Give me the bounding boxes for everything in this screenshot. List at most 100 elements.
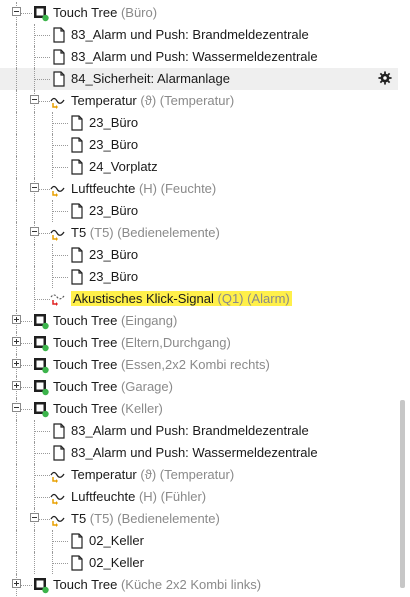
tree-row[interactable]: T5 (T5) (Bedienelemente) <box>0 508 398 530</box>
tree-guide-line <box>16 244 17 266</box>
page-icon <box>68 532 86 550</box>
collapse-icon[interactable] <box>12 403 21 412</box>
label-text: Touch Tree (Garage) <box>53 379 173 394</box>
gear-icon[interactable] <box>378 71 392 85</box>
page-icon <box>50 70 68 88</box>
page-icon <box>68 246 86 264</box>
tree-row[interactable]: Touch Tree (Eingang) <box>0 310 398 332</box>
tree-row[interactable]: Luftfeuchte (H) (Fühler) <box>0 486 398 508</box>
row-suffix: (ϑ) (Temperatur) <box>140 93 235 108</box>
tree-row[interactable]: 23_Büro <box>0 134 398 156</box>
tree-row[interactable]: 23_Büro <box>0 266 398 288</box>
tree-row[interactable]: 83_Alarm und Push: Wassermeldezentrale <box>0 46 398 68</box>
tree-row[interactable]: Touch Tree (Keller) <box>0 398 398 420</box>
tree-guide-line <box>16 90 17 112</box>
collapse-icon[interactable] <box>30 227 39 236</box>
label-text: Luftfeuchte (H) (Fühler) <box>71 489 206 504</box>
label-text: Touch Tree (Keller) <box>53 401 163 416</box>
tree-connector <box>52 255 68 256</box>
tree-row[interactable]: 23_Büro <box>0 200 398 222</box>
row-suffix: (Garage) <box>120 379 173 394</box>
tree-row[interactable]: 83_Alarm und Push: Brandmeldezentrale <box>0 24 398 46</box>
tree-row-label: 83_Alarm und Push: Wassermeldezentrale <box>71 445 318 461</box>
expand-icon[interactable] <box>12 381 21 390</box>
tree-row[interactable]: Akustisches Klick-Signal (Q1) (Alarm) <box>0 288 398 310</box>
function-icon <box>50 92 68 110</box>
tree-row-label: Luftfeuchte (H) (Fühler) <box>71 489 206 505</box>
label-text: 23_Büro <box>89 137 138 152</box>
tree-row-label: 84_Sicherheit: Alarmanlage <box>71 71 230 87</box>
tree-row-label: 23_Büro <box>89 137 138 153</box>
row-name: 83_Alarm und Push: Wassermeldezentrale <box>71 49 318 64</box>
tree-connector <box>52 541 68 542</box>
tree-connector <box>34 497 50 498</box>
tree-guide-line <box>16 112 17 134</box>
tree-connector <box>52 211 68 212</box>
label-text: 84_Sicherheit: Alarmanlage <box>71 71 230 86</box>
row-suffix: (Essen,2x2 Kombi rechts) <box>120 357 270 372</box>
tree-row[interactable]: 24_Vorplatz <box>0 156 398 178</box>
tree-row[interactable]: 84_Sicherheit: Alarmanlage <box>0 68 398 90</box>
label-text: T5 (T5) (Bedienelemente) <box>71 511 220 526</box>
expand-icon[interactable] <box>12 337 21 346</box>
device-online-icon <box>32 4 50 22</box>
tree-row-label: Akustisches Klick-Signal (Q1) (Alarm) <box>71 291 292 307</box>
tree-guide-line <box>16 486 17 508</box>
tree-row[interactable]: 23_Büro <box>0 112 398 134</box>
tree-row[interactable]: Touch Tree (Garage) <box>0 376 398 398</box>
collapse-icon[interactable] <box>30 183 39 192</box>
tree-row-label: Touch Tree (Büro) <box>53 5 157 21</box>
row-suffix: (ϑ) (Temperatur) <box>140 467 235 482</box>
label-text: 83_Alarm und Push: Brandmeldezentrale <box>71 27 309 42</box>
tree-row-label: Luftfeuchte (H) (Feuchte) <box>71 181 216 197</box>
tree-row-label: Temperatur (ϑ) (Temperatur) <box>71 93 234 109</box>
label-text: 23_Büro <box>89 269 138 284</box>
row-suffix: (H) (Feuchte) <box>138 181 217 196</box>
row-suffix: (Keller) <box>120 401 163 416</box>
tree-guide-line <box>34 530 35 552</box>
tree-row[interactable]: Luftfeuchte (H) (Feuchte) <box>0 178 398 200</box>
collapse-icon[interactable] <box>30 95 39 104</box>
tree-connector <box>34 35 50 36</box>
tree-row[interactable]: Touch Tree (Büro) <box>0 2 398 24</box>
tree-row[interactable]: 02_Keller <box>0 552 398 574</box>
tree-row[interactable]: Touch Tree (Eltern,Durchgang) <box>0 332 398 354</box>
tree-row-label: Touch Tree (Eltern,Durchgang) <box>53 335 231 351</box>
tree-connector <box>34 299 50 300</box>
tree-row[interactable]: Touch Tree (Essen,2x2 Kombi rechts) <box>0 354 398 376</box>
row-name: Touch Tree <box>53 5 118 20</box>
row-name: 23_Büro <box>89 115 139 130</box>
tree-row[interactable]: Touch Tree (Küche 2x2 Kombi links) <box>0 574 398 596</box>
row-suffix: (T5) (Bedienelemente) <box>89 225 220 240</box>
tree-row-label: Temperatur (ϑ) (Temperatur) <box>71 467 234 483</box>
tree-row-label: 23_Büro <box>89 115 138 131</box>
tree-row[interactable]: Temperatur (ϑ) (Temperatur) <box>0 464 398 486</box>
tree-connector <box>34 475 50 476</box>
page-icon <box>50 422 68 440</box>
label-text: Luftfeuchte (H) (Feuchte) <box>71 181 216 196</box>
row-suffix: (Eltern,Durchgang) <box>120 335 231 350</box>
tree-row-label: 23_Büro <box>89 247 138 263</box>
row-name: 23_Büro <box>89 203 139 218</box>
tree-row[interactable]: T5 (T5) (Bedienelemente) <box>0 222 398 244</box>
expand-icon[interactable] <box>12 579 21 588</box>
expand-icon[interactable] <box>12 315 21 324</box>
row-name: Touch Tree <box>53 357 118 372</box>
tree-row[interactable]: 83_Alarm und Push: Brandmeldezentrale <box>0 420 398 442</box>
tree-guide-line <box>34 552 35 574</box>
function-icon <box>50 488 68 506</box>
tree-row[interactable]: 23_Büro <box>0 244 398 266</box>
collapse-icon[interactable] <box>12 7 21 16</box>
label-text: 23_Büro <box>89 115 138 130</box>
row-name: 83_Alarm und Push: Brandmeldezentrale <box>71 423 309 438</box>
row-suffix: (T5) (Bedienelemente) <box>89 511 220 526</box>
expand-icon[interactable] <box>12 359 21 368</box>
vertical-scrollbar-thumb[interactable] <box>400 400 405 588</box>
tree-row[interactable]: 83_Alarm und Push: Wassermeldezentrale <box>0 442 398 464</box>
tree-row[interactable]: 02_Keller <box>0 530 398 552</box>
row-name: T5 <box>71 225 87 240</box>
tree-row[interactable]: Temperatur (ϑ) (Temperatur) <box>0 90 398 112</box>
device-online-icon <box>32 576 50 594</box>
row-name: T5 <box>71 511 87 526</box>
collapse-icon[interactable] <box>30 513 39 522</box>
